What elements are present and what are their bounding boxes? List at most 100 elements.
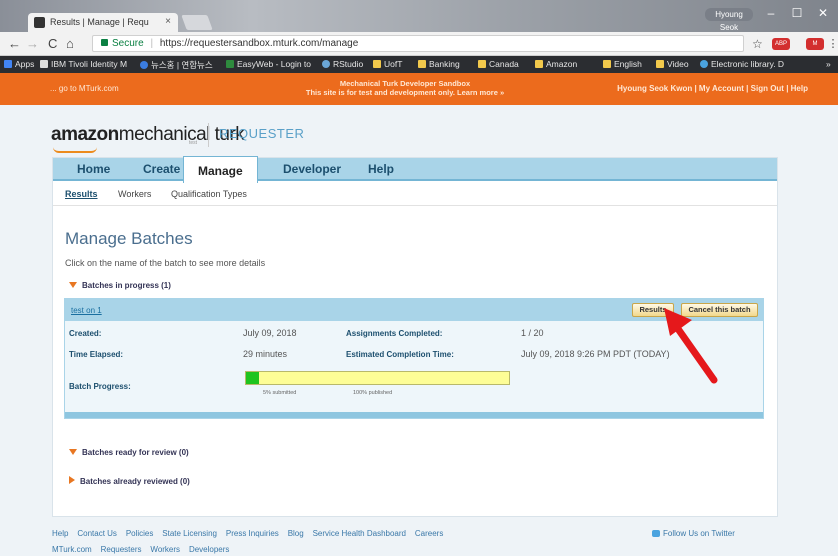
address-toolbar: ← → C ⌂ Secure | https://requestersandbo… bbox=[0, 32, 838, 56]
mturk-logo[interactable]: amazonmechanical turk bbox=[51, 124, 245, 153]
browser-titlebar: Results | Manage | Requ × Hyoung Seok – … bbox=[0, 0, 838, 32]
twitter-icon bbox=[652, 530, 660, 537]
batch-header: test on 1 Results Cancel this batch bbox=[65, 299, 763, 321]
progress-fill bbox=[246, 372, 260, 384]
page-title: Manage Batches bbox=[65, 229, 193, 248]
tab-close-icon[interactable]: × bbox=[165, 16, 171, 27]
footer-link-press[interactable]: Press Inquiries bbox=[226, 529, 279, 538]
td-bank-icon bbox=[226, 60, 234, 68]
footer-link-requesters[interactable]: Requesters bbox=[101, 545, 142, 554]
tab-manage[interactable]: Manage bbox=[183, 156, 258, 183]
forward-arrow-icon[interactable]: → bbox=[26, 36, 39, 51]
goto-mturk-link[interactable]: ... go to MTurk.com bbox=[50, 84, 119, 93]
logo-divider bbox=[208, 123, 209, 147]
created-value: July 09, 2018 bbox=[243, 328, 297, 338]
subtab-workers[interactable]: Workers bbox=[118, 189, 151, 199]
sandbox-banner: ... go to MTurk.com Mechanical Turk Deve… bbox=[0, 73, 838, 105]
secure-label: Secure bbox=[112, 38, 144, 49]
footer-link-workers[interactable]: Workers bbox=[150, 545, 180, 554]
elapsed-label: Time Elapsed: bbox=[69, 350, 124, 359]
bookmark-ibm[interactable]: IBM Tivoli Identity M bbox=[40, 59, 127, 69]
minimize-icon[interactable]: – bbox=[760, 5, 782, 21]
subtab-results[interactable]: Results bbox=[65, 189, 98, 199]
tab-create[interactable]: Create bbox=[143, 162, 180, 176]
subtab-qualification-types[interactable]: Qualification Types bbox=[171, 189, 247, 199]
footer-link-blog[interactable]: Blog bbox=[288, 529, 304, 538]
gmail-extension-icon[interactable]: M bbox=[806, 38, 824, 50]
tab-home[interactable]: Home bbox=[77, 162, 110, 176]
twitter-link[interactable]: Follow Us on Twitter bbox=[652, 529, 735, 538]
bookmark-rstudio[interactable]: RStudio bbox=[322, 59, 363, 69]
footer-link-careers[interactable]: Careers bbox=[415, 529, 443, 538]
folder-icon bbox=[656, 60, 664, 68]
footer-links-row2: MTurk.com Requesters Workers Developers bbox=[52, 545, 229, 554]
footer-link-developers[interactable]: Developers bbox=[189, 545, 229, 554]
bookmark-video[interactable]: Video bbox=[656, 59, 689, 69]
amazon-smile-icon bbox=[53, 147, 97, 153]
section-ready-toggle[interactable]: Batches ready for review (0) bbox=[69, 448, 189, 457]
footer-link-health[interactable]: Service Health Dashboard bbox=[313, 529, 406, 538]
footer-link-mturk[interactable]: MTurk.com bbox=[52, 545, 92, 554]
folder-icon bbox=[603, 60, 611, 68]
bookmarks-bar: Apps IBM Tivoli Identity M 뉴스홈 | 연합뉴스 Ea… bbox=[0, 56, 838, 73]
sandbox-learn-more-link[interactable]: This site is for test and development on… bbox=[250, 88, 560, 97]
url-input[interactable]: Secure | https://requestersandbox.mturk.… bbox=[92, 35, 744, 52]
footer-link-policies[interactable]: Policies bbox=[126, 529, 154, 538]
folder-icon bbox=[478, 60, 486, 68]
subnav-divider bbox=[53, 205, 777, 206]
bookmark-apps[interactable]: Apps bbox=[4, 59, 34, 69]
reload-icon[interactable]: C bbox=[48, 36, 57, 51]
red-arrow-icon bbox=[664, 308, 718, 384]
bookmark-english[interactable]: English bbox=[603, 59, 642, 69]
logo-amazon: amazon bbox=[51, 124, 119, 145]
sandbox-notice: Mechanical Turk Developer Sandbox This s… bbox=[250, 79, 560, 97]
folder-icon bbox=[373, 60, 381, 68]
rstudio-icon bbox=[322, 60, 330, 68]
browser-tab[interactable]: Results | Manage | Requ × bbox=[28, 13, 178, 32]
account-links[interactable]: Hyoung Seok Kwon | My Account | Sign Out… bbox=[617, 84, 808, 93]
tab-help[interactable]: Help bbox=[368, 162, 394, 176]
instructions-text: Click on the name of the batch to see mo… bbox=[65, 258, 266, 268]
expanded-triangle-icon bbox=[69, 449, 77, 455]
maximize-icon[interactable]: ☐ bbox=[786, 5, 808, 21]
url-text: https://requestersandbox.mturk.com/manag… bbox=[159, 38, 359, 49]
sandbox-title: Mechanical Turk Developer Sandbox bbox=[339, 79, 471, 88]
back-arrow-icon[interactable]: ← bbox=[8, 36, 21, 51]
footer-link-contact[interactable]: Contact Us bbox=[77, 529, 117, 538]
close-window-icon[interactable]: ✕ bbox=[812, 5, 834, 21]
new-tab-button[interactable] bbox=[181, 15, 213, 30]
assignments-value: 1 / 20 bbox=[521, 328, 544, 338]
batch-name-link[interactable]: test on 1 bbox=[71, 306, 102, 315]
bookmark-easyweb[interactable]: EasyWeb - Login to bbox=[226, 59, 311, 69]
tab-developer[interactable]: Developer bbox=[283, 162, 341, 176]
expanded-triangle-icon bbox=[69, 282, 77, 288]
bookmark-amazon[interactable]: Amazon bbox=[535, 59, 577, 69]
bookmark-star-icon[interactable]: ☆ bbox=[752, 37, 763, 51]
submitted-label: 5% submitted bbox=[263, 390, 297, 396]
main-nav: Home Create Manage Developer Help bbox=[53, 156, 777, 183]
section-in-progress-toggle[interactable]: Batches in progress (1) bbox=[69, 281, 171, 290]
amazon-favicon-icon bbox=[34, 17, 45, 28]
apps-grid-icon bbox=[4, 60, 12, 68]
bookmark-banking[interactable]: Banking bbox=[418, 59, 460, 69]
bookmark-canada[interactable]: Canada bbox=[478, 59, 519, 69]
profile-button[interactable]: Hyoung Seok bbox=[705, 8, 753, 32]
globe-icon bbox=[700, 60, 708, 68]
url-separator: | bbox=[150, 38, 154, 49]
bookmark-yonhap[interactable]: 뉴스홈 | 연합뉴스 bbox=[140, 59, 213, 71]
bookmark-uoft[interactable]: UofT bbox=[373, 59, 402, 69]
footer-links-row1: Help Contact Us Policies State Licensing… bbox=[52, 529, 443, 538]
requester-label: REQUESTER bbox=[219, 126, 305, 141]
footer-link-licensing[interactable]: State Licensing bbox=[162, 529, 217, 538]
progress-label: Batch Progress: bbox=[69, 382, 131, 391]
footer-link-help[interactable]: Help bbox=[52, 529, 68, 538]
page-icon bbox=[40, 60, 48, 68]
folder-icon bbox=[418, 60, 426, 68]
home-icon[interactable]: ⌂ bbox=[66, 36, 74, 51]
chrome-menu-icon[interactable]: ⋮ bbox=[824, 38, 838, 50]
bookmarks-overflow-icon[interactable]: » bbox=[826, 59, 831, 69]
adblock-extension-icon[interactable]: ABP bbox=[772, 38, 790, 50]
section-reviewed-toggle[interactable]: Batches already reviewed (0) bbox=[69, 476, 190, 486]
logo-test-label: test bbox=[189, 140, 198, 146]
bookmark-elibrary[interactable]: Electronic library. D bbox=[700, 59, 784, 69]
